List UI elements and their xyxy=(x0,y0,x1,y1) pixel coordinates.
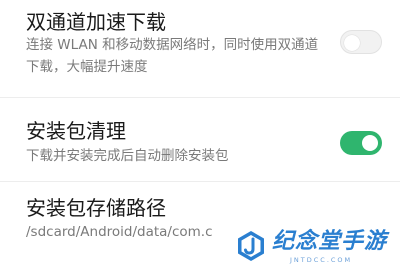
toggle-knob xyxy=(362,135,378,151)
dual-channel-toggle[interactable] xyxy=(340,30,382,54)
toggle-knob xyxy=(344,35,360,51)
watermark-subtitle: JNTDCC.COM xyxy=(290,256,353,264)
setting-description: 下载，大幅提升速度 xyxy=(26,59,148,75)
setting-title: 双通道加速下载 xyxy=(26,10,166,34)
settings-page: 双通道加速下载 连接 WLAN 和移动数据网络时，同时使用双通道 下载，大幅提升… xyxy=(0,0,400,270)
divider xyxy=(0,97,400,98)
package-cleanup-toggle[interactable] xyxy=(340,131,382,155)
watermark-logo-icon xyxy=(238,231,264,261)
watermark: 纪念堂手游 JNTDCC.COM xyxy=(228,227,400,270)
setting-title: 安装包存储路径 xyxy=(26,196,166,220)
storage-path-value: /sdcard/Android/data/com.c xyxy=(26,224,213,240)
setting-title: 安装包清理 xyxy=(26,119,126,143)
divider xyxy=(0,181,400,182)
setting-description: 下载并安装完成后自动删除安装包 xyxy=(26,148,229,164)
setting-description: 连接 WLAN 和移动数据网络时，同时使用双通道 xyxy=(26,37,319,53)
watermark-title: 纪念堂手游 xyxy=(272,229,388,254)
